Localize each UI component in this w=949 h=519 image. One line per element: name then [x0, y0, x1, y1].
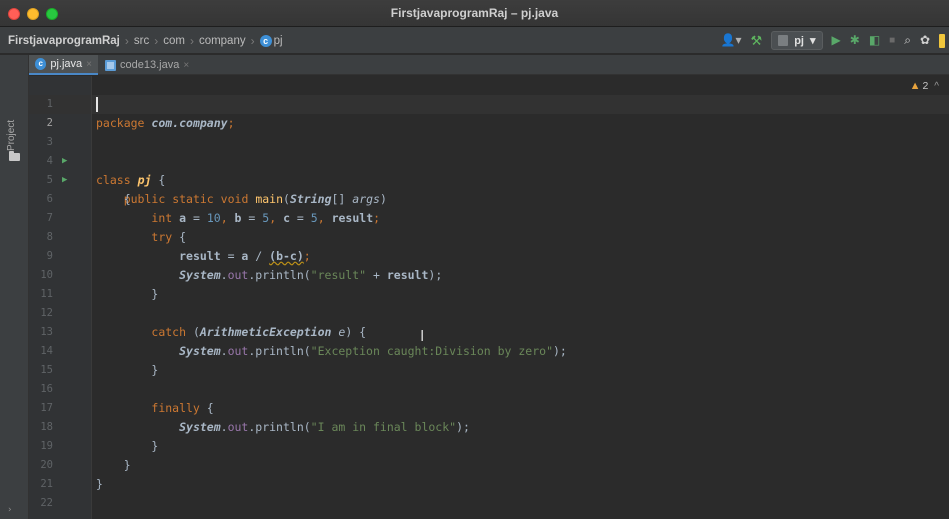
chevron-down-icon: ▾	[809, 35, 816, 47]
code-line: 1 package com.company;	[29, 76, 949, 130]
navigation-bar: FirstjavaprogramRaj › src › com › compan…	[0, 27, 949, 54]
close-icon[interactable]: ×	[183, 60, 189, 71]
toolbox-icon[interactable]	[939, 33, 945, 48]
code-line: 19 }	[29, 418, 949, 472]
breadcrumb-src[interactable]: src	[134, 35, 149, 47]
code-line: 4 ▶ public static void main(String[] arg…	[29, 133, 949, 206]
java-class-icon: c	[259, 35, 272, 47]
code-line: 21	[29, 456, 949, 490]
chevron-up-icon[interactable]: ^	[934, 81, 939, 92]
code-line: 20 }	[29, 437, 949, 491]
code-editor[interactable]: 1 package com.company; 2 3 ▶ class pj { …	[29, 76, 949, 519]
code-line: 22	[29, 475, 949, 509]
chevron-right-icon: ›	[154, 34, 159, 48]
breadcrumb-project[interactable]: FirstjavaprogramRaj	[8, 35, 120, 47]
folder-icon[interactable]	[9, 151, 20, 161]
code-line: 15	[29, 342, 949, 376]
code-line: 7 try {	[29, 190, 949, 244]
ide-window: FirstjavaprogramRaj – pj.java Firstjavap…	[0, 0, 949, 519]
project-tool-window-button[interactable]: Project	[6, 120, 17, 151]
run-configuration-label: pj	[794, 34, 804, 47]
java-class-icon: c	[35, 58, 47, 70]
java-file-icon	[105, 59, 116, 71]
code-line: 5 {	[29, 152, 949, 206]
stop-icon[interactable]: ■	[889, 31, 895, 50]
chevron-right-icon: ›	[8, 505, 12, 515]
user-icon[interactable]: 👤▾	[721, 31, 742, 50]
code-line: 16 finally {	[29, 361, 949, 415]
code-line: 10 }	[29, 247, 949, 301]
close-icon[interactable]: ×	[86, 59, 92, 70]
tab-label: pj.java	[50, 58, 83, 70]
tab-pj-java[interactable]: c pj.java ×	[29, 55, 98, 75]
breadcrumb-pj-label: pj	[273, 35, 283, 47]
code-line: 12 catch (ArithmeticException e) {	[29, 285, 949, 339]
chevron-right-icon: ›	[189, 34, 194, 48]
code-line: 13 System.out.println("Exception caught:…	[29, 304, 949, 358]
breadcrumb-company[interactable]: company	[199, 35, 246, 47]
chevron-right-icon: ›	[250, 34, 255, 48]
run-icon[interactable]: ▶	[832, 31, 841, 50]
code-line: 9 System.out.println("result" + result);	[29, 228, 949, 282]
breadcrumb-com[interactable]: com	[163, 35, 185, 47]
inspection-widget[interactable]: ▲ 2 ^	[910, 80, 939, 92]
coverage-icon[interactable]: ◧	[869, 31, 880, 50]
gear-icon[interactable]: ✿	[920, 31, 930, 50]
tab-code13-java[interactable]: code13.java ×	[99, 55, 195, 75]
code-line: 17 System.out.println("I am in final blo…	[29, 380, 949, 434]
window-title: FirstjavaprogramRaj – pj.java	[390, 6, 559, 20]
debug-icon[interactable]: ✱	[850, 31, 860, 50]
breadcrumb: FirstjavaprogramRaj › src › com › compan…	[8, 34, 283, 48]
editor-tab-bar: c pj.java × code13.java ×	[29, 55, 949, 75]
line-number: 22	[40, 497, 53, 509]
file-icon	[778, 35, 789, 46]
tab-label: code13.java	[120, 59, 180, 71]
code-line: 3 ▶ class pj {	[29, 114, 949, 187]
search-icon[interactable]: ⌕	[904, 31, 911, 50]
left-tool-strip: Project ›	[0, 55, 29, 519]
chevron-right-icon: ›	[124, 34, 129, 48]
run-configuration-select[interactable]: pj ▾	[771, 31, 823, 50]
code-line: 18 }	[29, 399, 949, 453]
hammer-icon[interactable]: ⚒	[751, 31, 763, 50]
warning-icon: ▲	[909, 80, 921, 92]
title-bar: FirstjavaprogramRaj – pj.java	[0, 0, 949, 27]
code-line: 11	[29, 266, 949, 300]
text-caret	[96, 97, 98, 112]
warning-count: 2	[922, 80, 929, 92]
code-line: 8 result = a / (b-c);	[29, 209, 949, 263]
code-line: 2	[29, 95, 949, 129]
main-toolbar: 👤▾ ⚒ pj ▾ ▶ ✱ ◧ ■ ⌕ ✿	[721, 31, 945, 50]
breadcrumb-pj[interactable]: c pj	[259, 35, 283, 47]
text-cursor-icon: I	[420, 327, 425, 345]
code-line: 6 int a = 10, b = 5, c = 5, result;	[29, 171, 949, 225]
code-line: 14 }	[29, 323, 949, 377]
